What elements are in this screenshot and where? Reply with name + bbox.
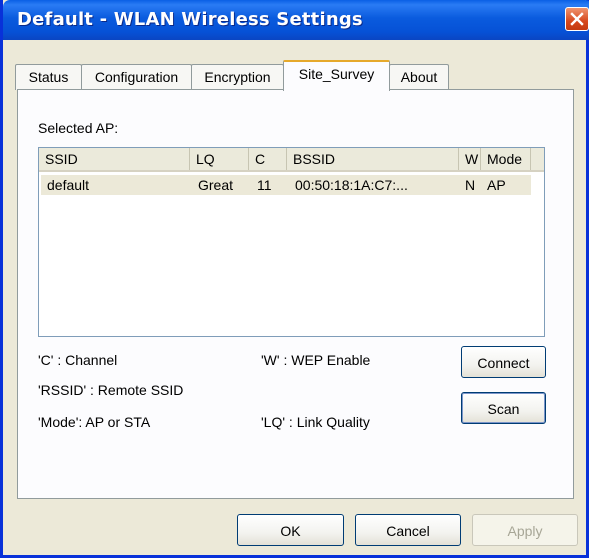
window-title: Default - WLAN Wireless Settings [17,9,363,30]
tab-status[interactable]: Status [15,64,82,90]
cell-mode: AP [487,177,506,193]
title-bar[interactable]: Default - WLAN Wireless Settings [3,0,589,40]
tab-label: Site_Survey [298,66,375,82]
column-header-spacer [531,148,544,170]
dialog-window: Default - WLAN Wireless Settings Status … [0,0,589,558]
table-row[interactable]: default Great 11 00:50:18:1A:C7:... N AP [41,175,531,195]
column-header-ssid[interactable]: SSID [39,148,190,170]
cell-bssid: 00:50:18:1A:C7:... [295,177,408,193]
legend-lq: 'LQ' : Link Quality [261,414,370,430]
cell-lq: Great [198,177,234,193]
tab-label: Configuration [94,69,179,85]
legend-mode: 'Mode': AP or STA [38,414,151,430]
ap-list[interactable]: SSID LQ C BSSID W Mode default Great 11 … [38,147,545,337]
cell-w: N [465,177,476,193]
tab-site-survey[interactable]: Site_Survey [283,60,390,91]
selected-ap-label: Selected AP: [38,120,119,136]
legend-rssid: 'RSSID' : Remote SSID [38,382,184,398]
column-header-c[interactable]: C [249,148,287,170]
column-header-w[interactable]: W [459,148,481,170]
close-icon [570,12,584,26]
legend-channel: 'C' : Channel [38,352,118,368]
tab-label: Encryption [204,69,271,85]
close-button[interactable] [565,7,589,31]
apply-button[interactable]: Apply [472,514,578,546]
list-header: SSID LQ C BSSID W Mode [39,148,544,172]
tab-configuration[interactable]: Configuration [81,64,192,90]
column-header-bssid[interactable]: BSSID [287,148,459,170]
scan-button[interactable]: Scan [461,392,546,424]
column-header-lq[interactable]: LQ [190,148,249,170]
tab-label: Status [28,69,69,85]
cell-ssid: default [47,177,90,193]
connect-button[interactable]: Connect [461,346,546,378]
tab-encryption[interactable]: Encryption [191,64,284,90]
cell-c: 11 [257,177,272,193]
tab-label: About [400,69,438,85]
ok-button[interactable]: OK [237,514,344,546]
tab-about[interactable]: About [389,64,449,90]
cancel-button[interactable]: Cancel [355,514,461,546]
column-header-mode[interactable]: Mode [481,148,531,170]
legend-wep: 'W' : WEP Enable [261,352,371,368]
